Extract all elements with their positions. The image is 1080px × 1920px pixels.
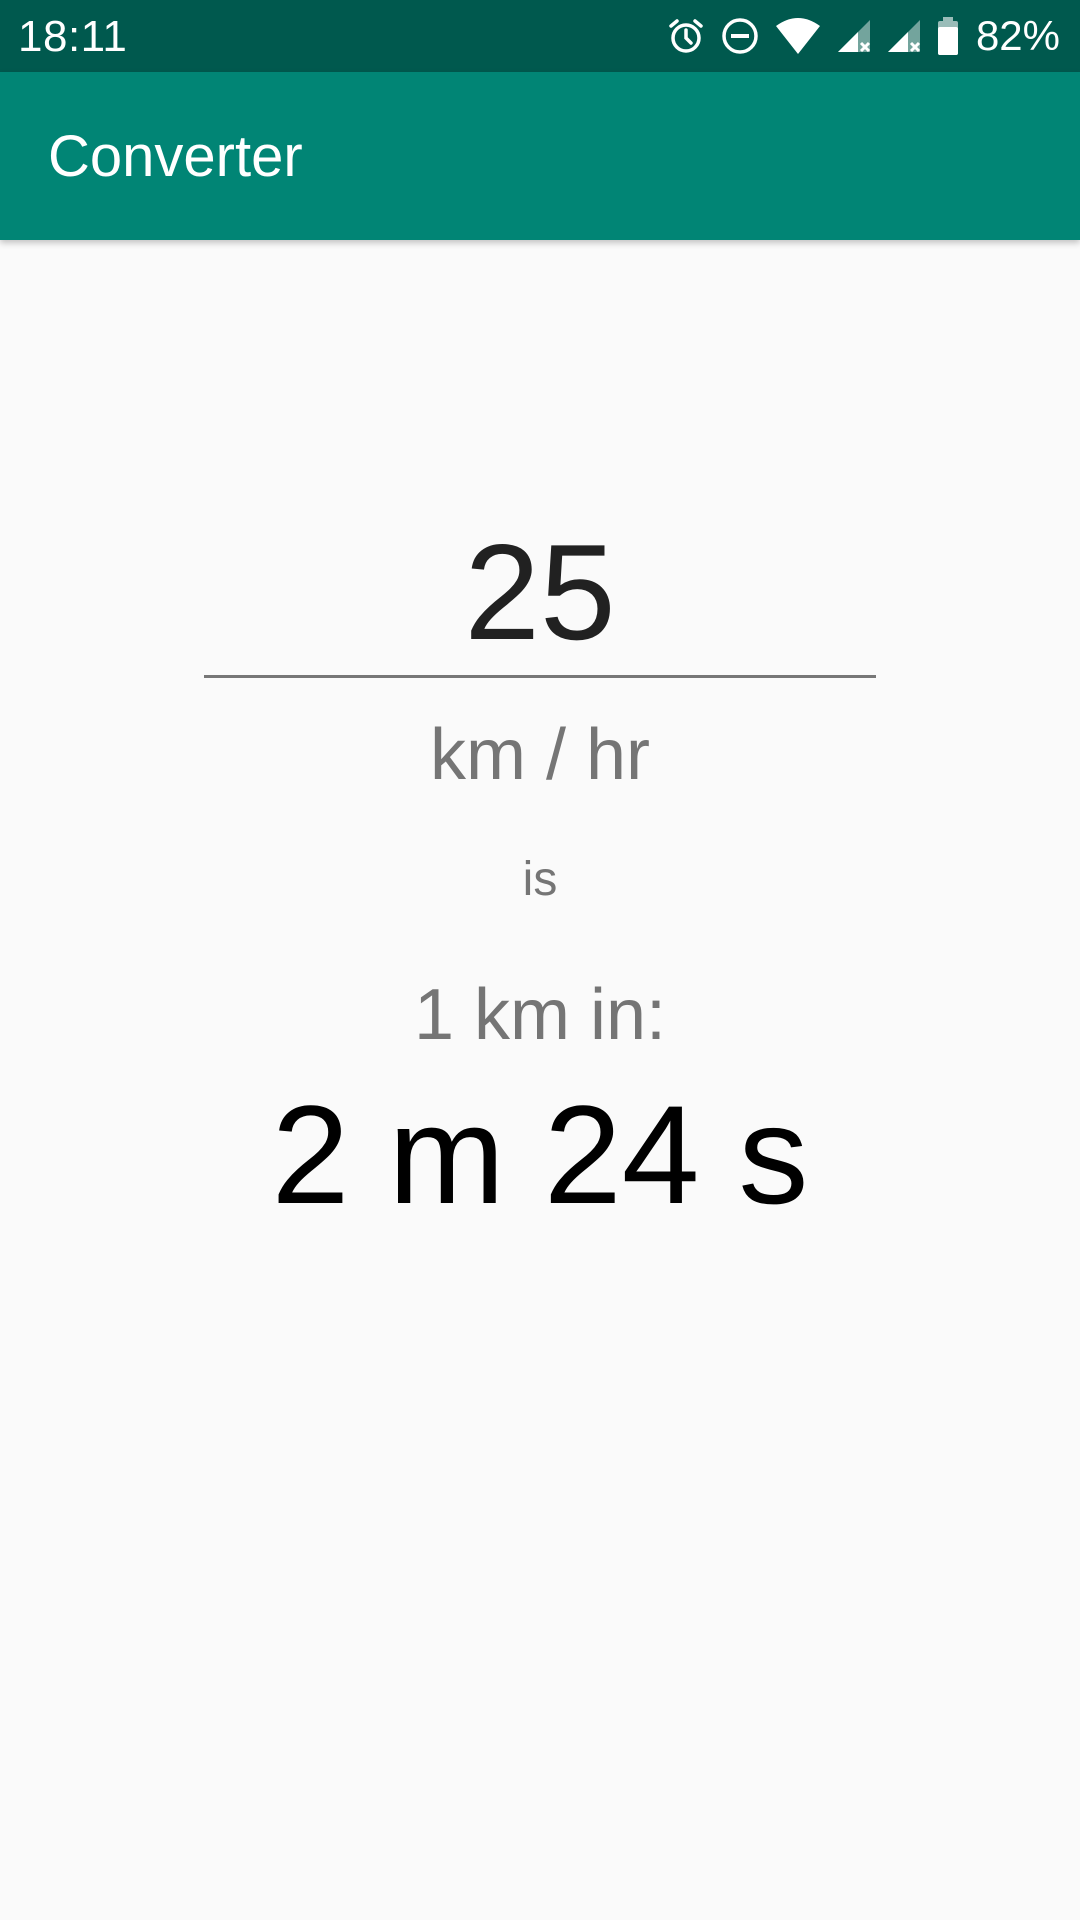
status-time: 18:11: [18, 12, 128, 61]
do-not-disturb-icon: [720, 16, 760, 56]
cell-signal-no-data-icon: [836, 16, 872, 56]
app-title: Converter: [48, 124, 303, 189]
alarm-icon: [666, 16, 706, 56]
distance-label: 1 km in:: [413, 975, 667, 1055]
status-icons: 82%: [666, 0, 1060, 72]
converter-content: km / hr is 1 km in: 2 m 24 s: [0, 240, 1080, 1920]
battery-percent: 82%: [975, 12, 1060, 59]
wifi-icon: [774, 16, 822, 56]
cell-signal-no-data-icon: [886, 16, 922, 56]
battery-icon: [936, 16, 960, 56]
result-value: 2 m 24 s: [271, 1076, 809, 1233]
app-bar: Converter: [0, 72, 1080, 240]
connector-label: is: [522, 853, 558, 906]
status-bar: 18:11 82%: [0, 0, 1080, 72]
speed-input[interactable]: [204, 508, 876, 678]
speed-unit-label: km / hr: [429, 715, 650, 795]
